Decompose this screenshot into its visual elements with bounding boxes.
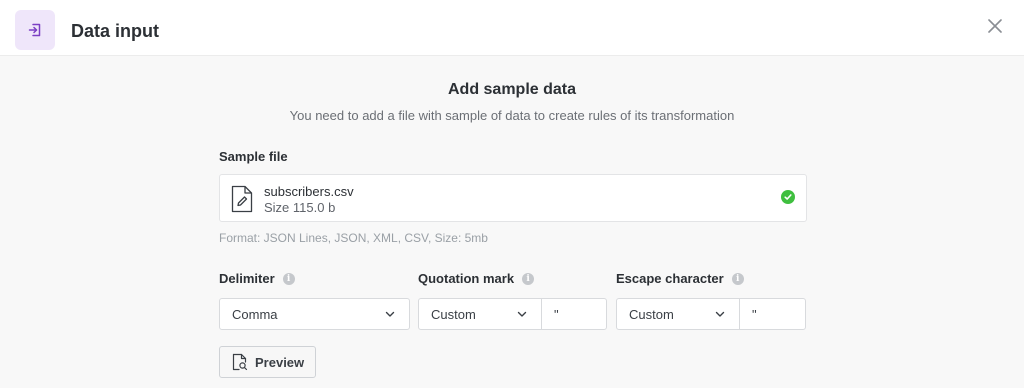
info-icon[interactable]: i (282, 273, 295, 285)
section-subtitle: You need to add a file with sample of da… (289, 108, 735, 123)
info-icon[interactable]: i (731, 273, 744, 285)
check-circle-icon (781, 190, 795, 204)
chevron-down-icon (517, 311, 527, 317)
quotation-mark-mode: Custom (431, 306, 476, 322)
sample-file-card[interactable]: subscribers.csv Size 115.0 b (219, 174, 807, 222)
format-hint: Format: JSON Lines, JSON, XML, CSV, Size… (219, 231, 488, 245)
quotation-mark-label: Quotation mark (418, 271, 515, 286)
quotation-mark-input[interactable]: " (541, 298, 607, 330)
sign-in-icon (15, 10, 55, 50)
delimiter-value: Comma (232, 306, 278, 322)
file-name: subscribers.csv (264, 184, 354, 199)
close-button[interactable] (985, 16, 1005, 36)
section-title: Add sample data (447, 81, 577, 98)
sample-file-label: Sample file (219, 149, 288, 164)
preview-button-label: Preview (255, 354, 305, 370)
file-search-icon (232, 353, 248, 371)
file-size: Size 115.0 b (264, 200, 336, 215)
preview-button[interactable]: Preview (219, 346, 316, 378)
delimiter-label-group: Delimiter i (219, 271, 295, 287)
dialog-title: Data input (71, 21, 159, 41)
info-icon[interactable]: i (522, 273, 535, 285)
close-icon (988, 19, 1002, 33)
chevron-down-icon (385, 311, 395, 317)
escape-character-label: Escape character (616, 271, 724, 286)
escape-character-input[interactable]: " (739, 298, 806, 330)
escape-character-mode-select[interactable]: Custom (616, 298, 740, 330)
file-edit-icon (231, 185, 253, 213)
chevron-down-icon (715, 311, 725, 317)
delimiter-label: Delimiter (219, 271, 275, 286)
escape-character-label-group: Escape character i (616, 271, 744, 287)
escape-character-mode: Custom (629, 306, 674, 322)
quotation-mark-mode-select[interactable]: Custom (418, 298, 542, 330)
quotation-mark-label-group: Quotation mark i (418, 271, 535, 287)
delimiter-select[interactable]: Comma (219, 298, 410, 330)
dialog-header: Data input (0, 0, 1024, 56)
